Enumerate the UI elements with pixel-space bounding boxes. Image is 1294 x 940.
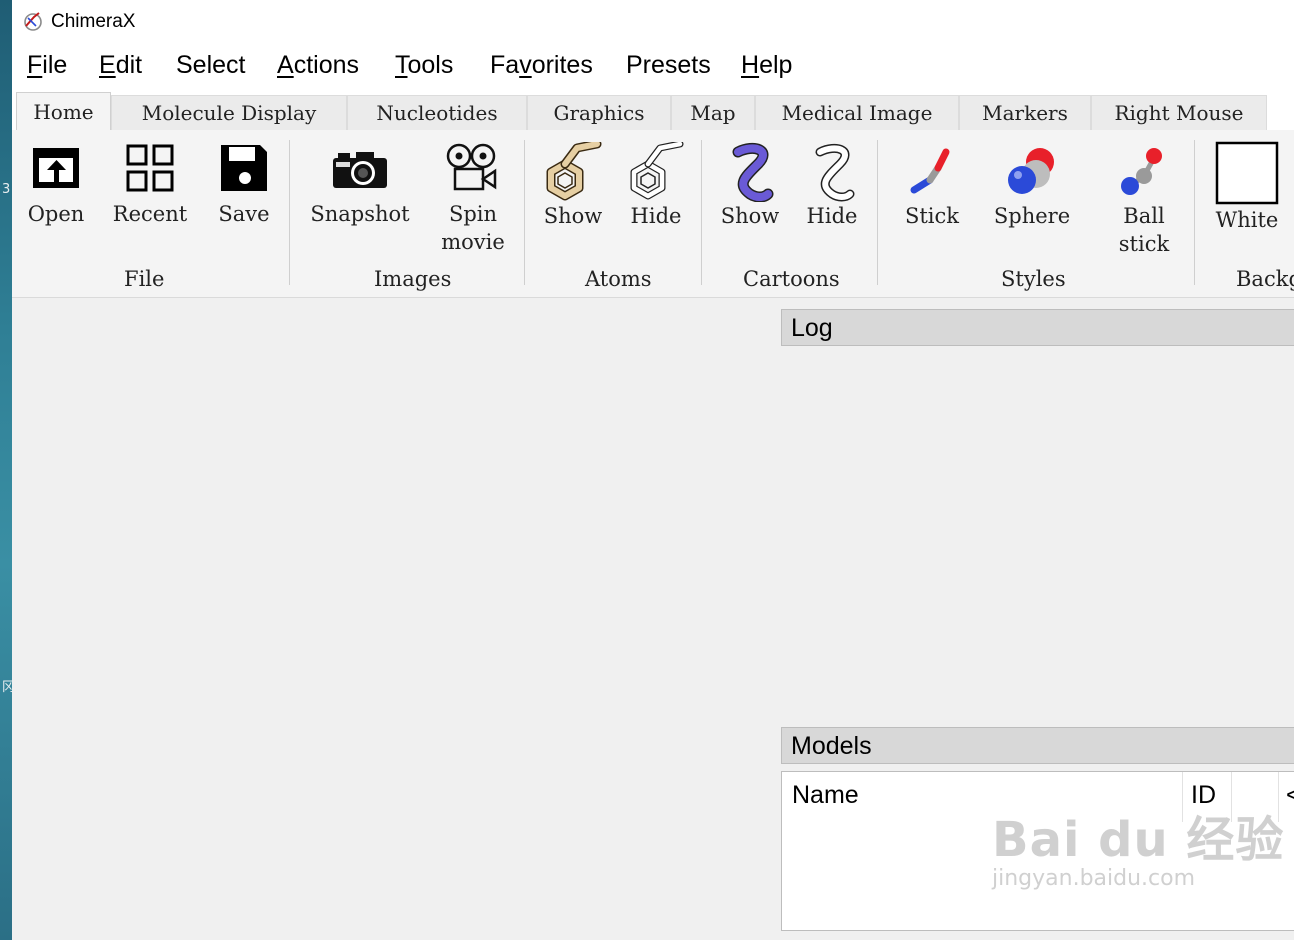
tab-molecule-display[interactable]: Molecule Display <box>111 95 347 130</box>
white-background-button[interactable]: White <box>1212 141 1282 234</box>
group-divider <box>289 140 290 285</box>
models-title: Models <box>791 732 872 760</box>
atoms-show-button[interactable]: Show <box>540 142 606 230</box>
menu-bar: File Edit Select Actions Tools Favorites… <box>12 42 1294 92</box>
atoms-hide-button[interactable]: Hide <box>623 142 689 230</box>
camera-icon <box>333 152 387 188</box>
log-panel-header: Log <box>781 309 1294 346</box>
watermark-main-text: Bai du 经验 <box>992 812 1285 868</box>
ball-stick-style-icon <box>1121 148 1162 195</box>
sphere-button[interactable]: Sphere <box>992 142 1072 230</box>
tab-map[interactable]: Map <box>671 95 755 130</box>
menu-actions[interactable]: Actions <box>277 51 359 80</box>
tab-right-mouse[interactable]: Right Mouse <box>1091 95 1267 130</box>
cartoons-show-button[interactable]: Show <box>717 142 783 230</box>
group-styles-label: Styles <box>1001 267 1066 291</box>
stick-button[interactable]: Stick <box>896 142 968 230</box>
save-button[interactable]: Save <box>214 142 274 228</box>
group-divider <box>1194 140 1195 285</box>
stick-style-icon <box>910 148 950 194</box>
group-divider <box>524 140 525 285</box>
ball-stick-button[interactable]: Ball stick <box>1104 142 1184 258</box>
sphere-label: Sphere <box>993 204 1071 228</box>
spin-movie-label: Spin movie <box>441 202 505 254</box>
models-panel-header: Models <box>781 727 1294 764</box>
open-button[interactable]: Open <box>26 142 86 228</box>
tab-medical-image[interactable]: Medical Image <box>755 95 959 130</box>
group-background-label: Backg <box>1236 267 1294 291</box>
sphere-style-icon <box>1008 148 1054 194</box>
group-file-label: File <box>124 267 165 291</box>
desktop-glyph: 3 <box>2 182 11 197</box>
menu-select[interactable]: Select <box>176 51 245 80</box>
snapshot-label: Snapshot <box>310 202 410 226</box>
tab-home[interactable]: Home <box>16 92 111 131</box>
menu-file[interactable]: File <box>27 51 67 80</box>
movie-camera-icon <box>446 143 497 191</box>
log-panel-body[interactable] <box>781 346 1294 716</box>
open-icon <box>33 148 79 188</box>
atoms-hide-icon <box>630 142 684 200</box>
toolbar-tabs: Home Molecule Display Nucleotides Graphi… <box>12 92 1294 131</box>
recent-button[interactable]: Recent <box>110 142 190 228</box>
open-label: Open <box>27 202 85 226</box>
recent-label: Recent <box>112 202 188 226</box>
menu-presets[interactable]: Presets <box>626 51 711 80</box>
cartoon-hide-icon <box>815 144 855 202</box>
save-label: Save <box>218 202 270 226</box>
cartoons-hide-button[interactable]: Hide <box>799 142 865 230</box>
menu-edit[interactable]: Edit <box>99 51 142 80</box>
home-ribbon: Open Recent Save File Snapshot Spin movi… <box>12 130 1294 298</box>
white-swatch-icon <box>1215 141 1279 205</box>
title-bar: ChimeraX <box>12 0 1294 42</box>
group-images-label: Images <box>374 267 452 291</box>
menu-favorites[interactable]: Favorites <box>490 51 593 80</box>
menu-tools[interactable]: Tools <box>395 51 453 80</box>
stick-label: Stick <box>904 204 960 228</box>
cartoons-hide-label: Hide <box>806 204 858 228</box>
atoms-hide-label: Hide <box>630 204 682 228</box>
log-title: Log <box>791 314 833 342</box>
save-icon <box>221 145 267 191</box>
column-header-name[interactable]: Name <box>792 781 859 810</box>
menu-help[interactable]: Help <box>741 51 792 80</box>
white-label: White <box>1215 208 1279 232</box>
group-atoms-label: Atoms <box>585 267 652 291</box>
snapshot-button[interactable]: Snapshot <box>310 142 410 228</box>
chimerax-logo-icon <box>24 12 42 31</box>
cartoons-show-label: Show <box>720 204 780 228</box>
column-header-extra[interactable]: < <box>1286 781 1294 810</box>
tab-nucleotides[interactable]: Nucleotides <box>347 95 527 130</box>
tab-markers[interactable]: Markers <box>959 95 1091 130</box>
atoms-show-label: Show <box>543 204 603 228</box>
window-title: ChimeraX <box>51 11 136 32</box>
group-cartoons-label: Cartoons <box>743 267 840 291</box>
atoms-show-icon <box>546 142 602 201</box>
recent-icon <box>126 144 174 192</box>
chimerax-window: ChimeraX File Edit Select Actions Tools … <box>12 0 1294 940</box>
group-divider <box>701 140 702 285</box>
group-divider <box>877 140 878 285</box>
cartoon-ribbon-icon <box>732 143 774 202</box>
tab-graphics[interactable]: Graphics <box>527 95 671 130</box>
spin-movie-button[interactable]: Spin movie <box>433 142 513 256</box>
graphics-viewport[interactable] <box>12 298 772 940</box>
ball-stick-label: Ball stick <box>1118 204 1170 256</box>
baidu-watermark: Bai du 经验 jingyan.baidu.com <box>992 800 1284 891</box>
